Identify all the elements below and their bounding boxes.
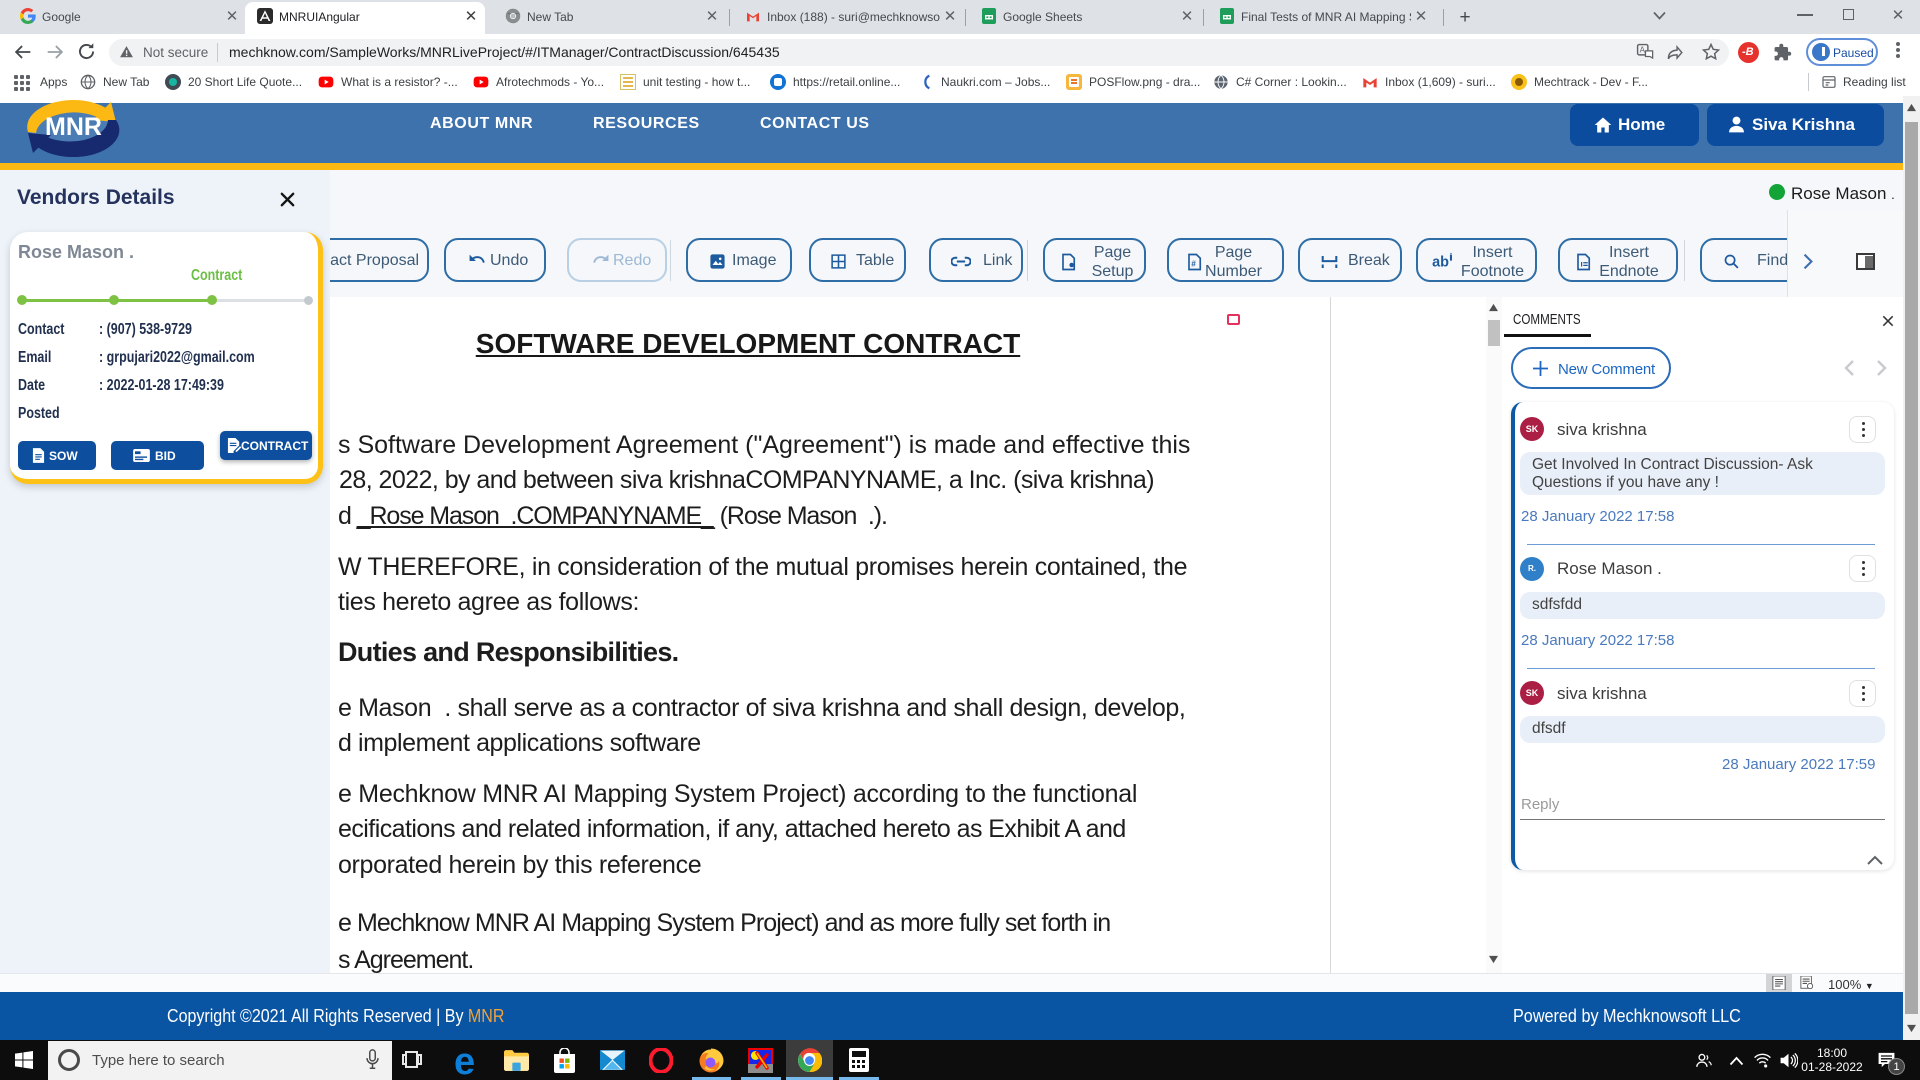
svg-text:MNR: MNR	[45, 113, 102, 141]
svg-text:A: A	[1640, 46, 1646, 55]
